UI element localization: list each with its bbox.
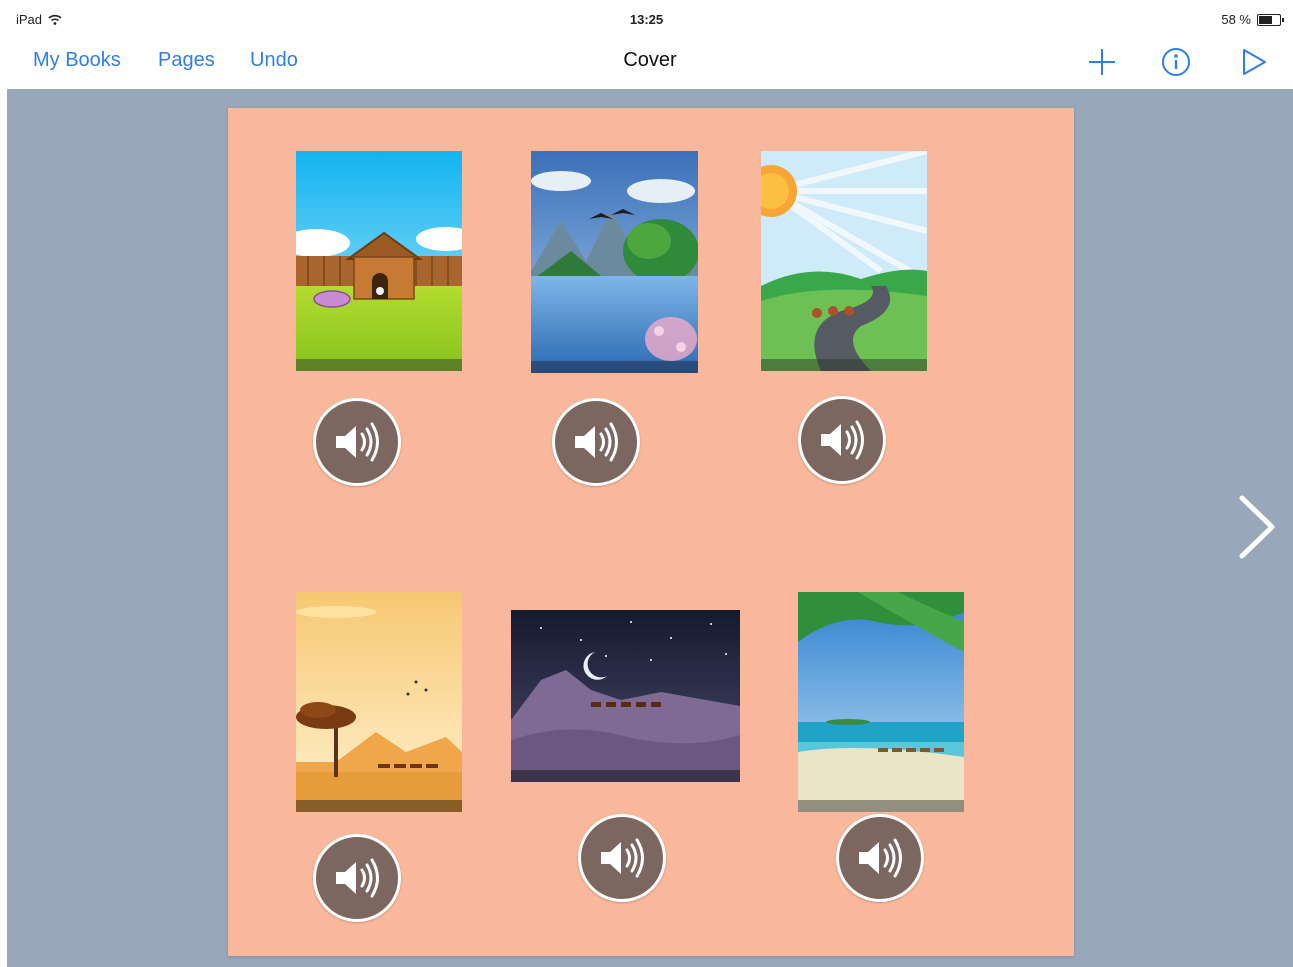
speaker-icon (575, 422, 618, 462)
add-icon[interactable] (1086, 46, 1118, 78)
page-thumbnail-night[interactable] (511, 610, 740, 782)
speaker-icon (601, 838, 644, 878)
savanna-scene-image (296, 592, 462, 812)
battery-icon (1257, 13, 1284, 26)
play-audio-button-1[interactable] (313, 398, 401, 486)
status-time: 13:25 (629, 12, 664, 27)
doghouse-scene-image (296, 151, 462, 371)
play-audio-button-3[interactable] (798, 396, 886, 484)
nav-bar: My Books Pages Undo Cover (0, 38, 1293, 88)
info-icon[interactable] (1160, 46, 1192, 78)
page-thumbnail-sun-road[interactable] (761, 151, 927, 371)
speaker-icon (821, 420, 864, 460)
beach-scene-image (798, 592, 964, 812)
page-thumbnail-beach[interactable] (798, 592, 964, 812)
play-audio-button-4[interactable] (313, 834, 401, 922)
book-page[interactable] (228, 108, 1074, 956)
play-audio-button-2[interactable] (552, 398, 640, 486)
page-thumbnail-lake[interactable] (531, 151, 698, 373)
play-audio-button-6[interactable] (836, 814, 924, 902)
lake-scene-image (531, 151, 698, 373)
speaker-icon (336, 858, 379, 898)
battery-percent: 58 % (1221, 12, 1251, 27)
sun-road-scene-image (761, 151, 927, 371)
night-scene-image (511, 610, 740, 782)
page-thumbnail-savanna[interactable] (296, 592, 462, 812)
status-bar: iPad 13:25 58 % (0, 0, 1293, 38)
battery-fill (1259, 15, 1272, 24)
speaker-icon (859, 838, 902, 878)
play-audio-button-5[interactable] (578, 814, 666, 902)
page-thumbnail-doghouse[interactable] (296, 151, 462, 371)
chevron-right-icon[interactable] (1232, 492, 1282, 562)
speaker-icon (336, 422, 379, 462)
play-icon[interactable] (1238, 46, 1270, 78)
